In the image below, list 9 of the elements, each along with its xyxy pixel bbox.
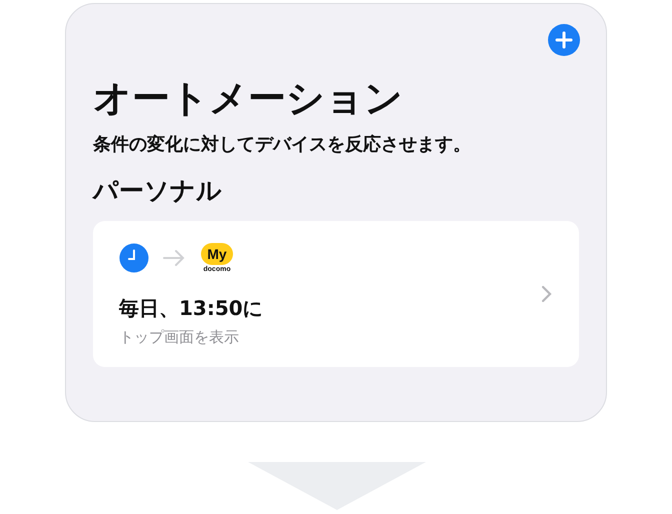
section-title: パーソナル [93,174,223,207]
automation-detail: トップ画面を表示 [119,328,240,347]
page-title: オートメーション [93,76,404,122]
automation-title: 毎日、13:50に [119,294,264,322]
arrow-icon [163,248,185,267]
app-logo: My [201,242,233,265]
clock-icon [119,242,149,273]
add-button[interactable] [548,24,580,56]
page-subtitle: 条件の変化に対してデバイスを反応させます。 [93,132,472,156]
